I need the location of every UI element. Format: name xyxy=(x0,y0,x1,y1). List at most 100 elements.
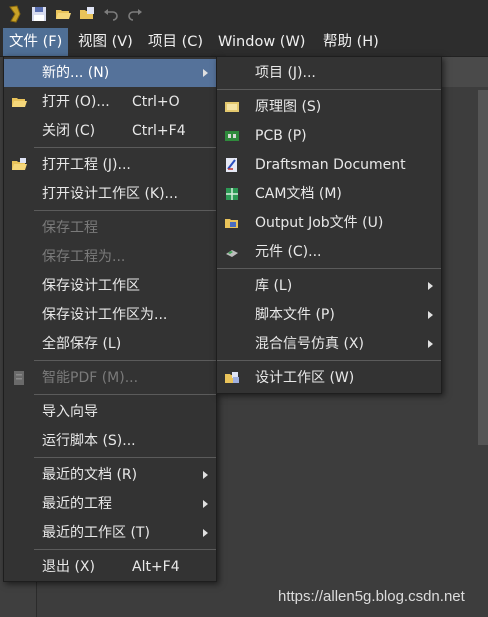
submenu-item-pcb[interactable]: PCB (P) xyxy=(217,122,441,150)
menu-item-exit[interactable]: 退出 (X) Alt+F4 xyxy=(4,553,216,581)
open-project-icon[interactable] xyxy=(78,5,96,23)
menu-item-save-workspace-label: 保存设计工作区 xyxy=(42,278,140,294)
menu-separator xyxy=(217,268,441,269)
menu-item-import-wizard[interactable]: 导入向导 xyxy=(4,398,216,426)
new-submenu: 项目 (J)... 原理图 (S) PCB (P) Draftsman Docu… xyxy=(216,56,442,394)
open-folder-icon[interactable] xyxy=(54,5,72,23)
menu-item-open[interactable]: 打开 (O)... Ctrl+O xyxy=(4,88,216,116)
menu-item-save-project-as[interactable]: 保存工程为... xyxy=(4,243,216,271)
submenu-item-component[interactable]: 元件 (C)... xyxy=(217,238,441,266)
menu-separator xyxy=(34,457,216,458)
menu-separator xyxy=(217,89,441,90)
undo-icon[interactable] xyxy=(102,5,120,23)
menu-item-recent-projects-label: 最近的工程 xyxy=(42,496,112,512)
submenu-item-mixed-signal[interactable]: 混合信号仿真 (X) xyxy=(217,330,441,358)
design-workspace-icon xyxy=(225,372,239,383)
menu-item-new[interactable]: 新的... (N) xyxy=(4,59,216,87)
menu-separator xyxy=(34,394,216,395)
submenu-item-script-file-label: 脚本文件 (P) xyxy=(255,307,335,323)
submenu-item-design-workspace[interactable]: 设计工作区 (W) xyxy=(217,364,441,392)
submenu-item-draftsman[interactable]: Draftsman Document xyxy=(217,151,441,179)
submenu-item-project-label: 项目 (J)... xyxy=(255,65,316,81)
altium-designer-window: 文件 (F) 视图 (V) 项目 (C) Window (W) 帮助 (H) h… xyxy=(0,0,488,617)
save-icon[interactable] xyxy=(30,5,48,23)
menu-separator xyxy=(34,147,216,148)
submenu-item-library-label: 库 (L) xyxy=(255,278,293,294)
menu-item-save-project-as-label: 保存工程为... xyxy=(42,249,126,265)
quick-access-toolbar xyxy=(0,0,488,28)
menu-file[interactable]: 文件 (F) xyxy=(3,28,69,56)
menu-item-run-script-label: 运行脚本 (S)... xyxy=(42,433,136,449)
menu-help[interactable]: 帮助 (H) xyxy=(317,28,385,56)
submenu-item-project[interactable]: 项目 (J)... xyxy=(217,59,441,87)
menu-project[interactable]: 项目 (C) xyxy=(142,28,209,56)
menu-item-import-wizard-label: 导入向导 xyxy=(42,404,98,420)
open-project-icon xyxy=(12,158,27,170)
menu-item-recent-workspaces[interactable]: 最近的工作区 (T) xyxy=(4,519,216,547)
menu-item-smart-pdf[interactable]: 智能PDF (M)... xyxy=(4,364,216,392)
app-logo-icon[interactable] xyxy=(6,5,24,23)
menu-item-recent-workspaces-label: 最近的工作区 (T) xyxy=(42,525,150,541)
menu-item-save-project-label: 保存工程 xyxy=(42,220,98,236)
menu-item-save-all-label: 全部保存 (L) xyxy=(42,336,122,352)
menu-item-exit-label: 退出 (X) xyxy=(42,559,95,575)
menu-separator xyxy=(34,210,216,211)
menubar: 文件 (F) 视图 (V) 项目 (C) Window (W) 帮助 (H) xyxy=(0,28,488,57)
menu-item-open-workspace[interactable]: 打开设计工作区 (K)... xyxy=(4,180,216,208)
open-folder-icon xyxy=(12,98,27,107)
menu-item-new-label: 新的... (N) xyxy=(42,65,110,81)
menu-separator xyxy=(217,360,441,361)
menu-window[interactable]: Window (W) xyxy=(212,28,311,56)
submenu-arrow-icon xyxy=(203,69,208,77)
menu-item-open-workspace-label: 打开设计工作区 (K)... xyxy=(42,186,178,202)
menu-item-save-project[interactable]: 保存工程 xyxy=(4,214,216,242)
submenu-item-schematic-label: 原理图 (S) xyxy=(255,99,322,115)
submenu-item-draftsman-label: Draftsman Document xyxy=(255,157,406,173)
menu-item-open-project-label: 打开工程 (J)... xyxy=(42,157,131,173)
menu-item-save-workspace-as[interactable]: 保存设计工作区为... xyxy=(4,301,216,329)
submenu-item-output-job[interactable]: Output Job文件 (U) xyxy=(217,209,441,237)
menu-item-save-workspace[interactable]: 保存设计工作区 xyxy=(4,272,216,300)
panel-scrollbar[interactable] xyxy=(478,90,488,445)
submenu-item-script-file[interactable]: 脚本文件 (P) xyxy=(217,301,441,329)
submenu-item-mixed-signal-label: 混合信号仿真 (X) xyxy=(255,336,364,352)
watermark-text: https://allen5g.blog.csdn.net xyxy=(278,588,465,605)
submenu-arrow-icon xyxy=(203,471,208,479)
document-tab-strip xyxy=(440,57,488,87)
file-menu: 新的... (N) 打开 (O)... Ctrl+O 关闭 (C) Ctrl+F… xyxy=(3,56,217,582)
submenu-arrow-icon xyxy=(203,500,208,508)
submenu-item-library[interactable]: 库 (L) xyxy=(217,272,441,300)
menu-view[interactable]: 视图 (V) xyxy=(72,28,139,56)
submenu-arrow-icon xyxy=(428,282,433,290)
menu-item-close-shortcut: Ctrl+F4 xyxy=(132,123,186,139)
menu-item-save-workspace-as-label: 保存设计工作区为... xyxy=(42,307,168,323)
submenu-arrow-icon xyxy=(203,529,208,537)
submenu-arrow-icon xyxy=(428,340,433,348)
draftsman-icon xyxy=(226,158,237,172)
submenu-arrow-icon xyxy=(428,311,433,319)
submenu-item-schematic[interactable]: 原理图 (S) xyxy=(217,93,441,121)
menu-item-open-project[interactable]: 打开工程 (J)... xyxy=(4,151,216,179)
menu-item-close[interactable]: 关闭 (C) Ctrl+F4 xyxy=(4,117,216,145)
menu-item-recent-projects[interactable]: 最近的工程 xyxy=(4,490,216,518)
menu-separator xyxy=(34,360,216,361)
submenu-item-component-label: 元件 (C)... xyxy=(255,244,322,260)
menu-item-recent-documents[interactable]: 最近的文档 (R) xyxy=(4,461,216,489)
submenu-item-cam-label: CAM文档 (M) xyxy=(255,186,342,202)
submenu-item-cam[interactable]: CAM文档 (M) xyxy=(217,180,441,208)
cam-icon xyxy=(226,188,238,200)
smart-pdf-icon xyxy=(14,371,24,385)
menu-item-run-script[interactable]: 运行脚本 (S)... xyxy=(4,427,216,455)
menu-item-save-all[interactable]: 全部保存 (L) xyxy=(4,330,216,358)
menu-item-open-shortcut: Ctrl+O xyxy=(132,94,180,110)
component-icon xyxy=(226,250,238,257)
submenu-item-design-workspace-label: 设计工作区 (W) xyxy=(255,370,355,386)
menu-item-smart-pdf-label: 智能PDF (M)... xyxy=(42,370,139,386)
menu-item-exit-shortcut: Alt+F4 xyxy=(132,559,180,575)
submenu-item-pcb-label: PCB (P) xyxy=(255,128,307,144)
output-job-icon xyxy=(225,219,238,228)
pcb-icon xyxy=(225,131,239,141)
menu-item-open-label: 打开 (O)... xyxy=(42,94,110,110)
redo-icon[interactable] xyxy=(126,5,144,23)
schematic-icon xyxy=(225,102,239,112)
